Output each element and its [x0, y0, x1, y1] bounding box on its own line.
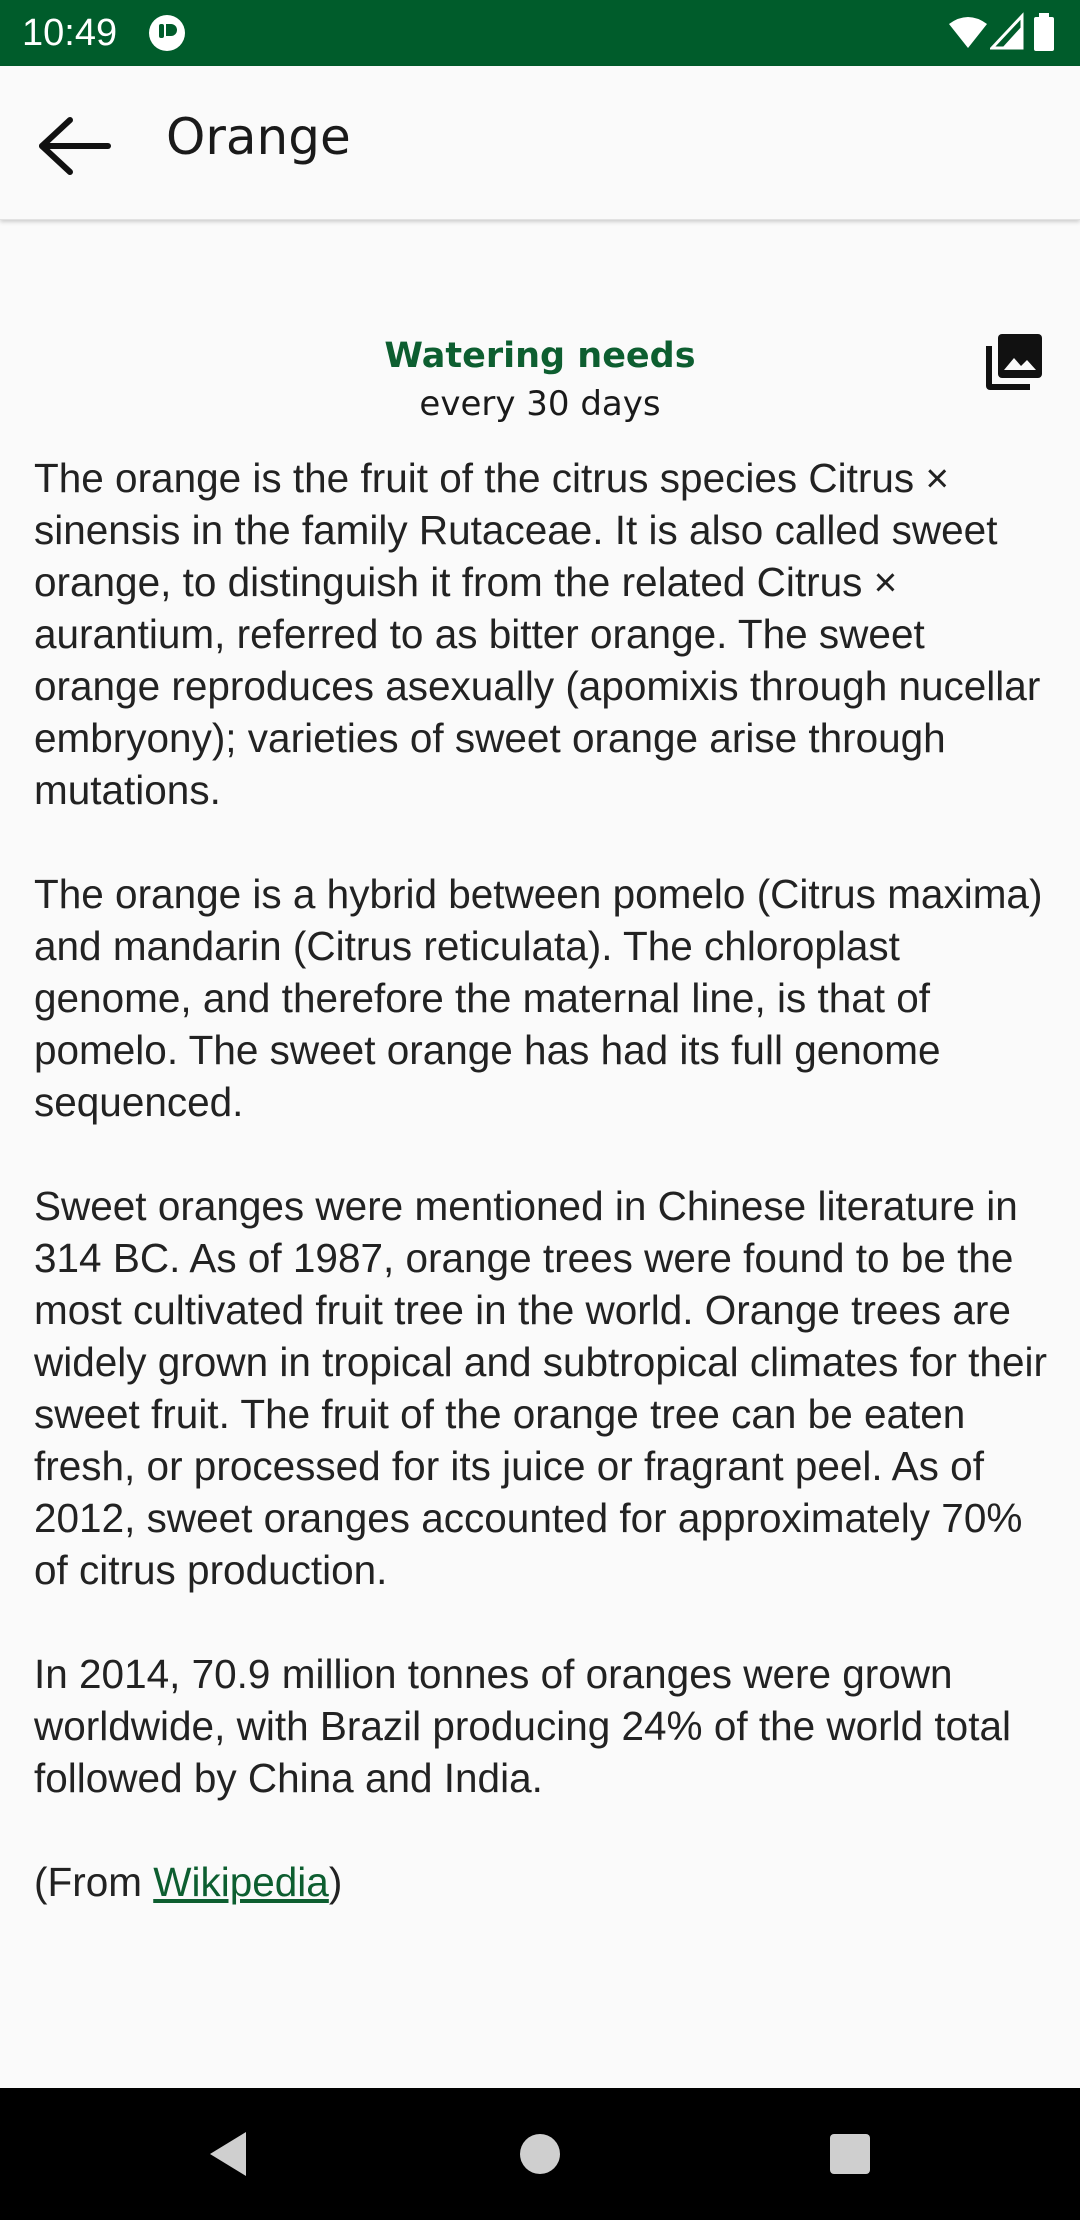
nav-home-button[interactable] — [510, 2124, 570, 2184]
system-nav-bar — [0, 2088, 1080, 2220]
watering-title: Watering needs — [384, 336, 696, 376]
watering-interval: every 30 days — [419, 384, 661, 424]
page-title: Orange — [166, 108, 351, 166]
nav-recents-button[interactable] — [820, 2124, 880, 2184]
watering-info: Watering needs every 30 days — [0, 332, 1080, 428]
source-prefix: (From — [34, 1859, 154, 1905]
back-button[interactable] — [30, 106, 120, 186]
nav-back-button[interactable] — [198, 2124, 258, 2184]
description-paragraph: In 2014, 70.9 million tonnes of oranges … — [34, 1651, 1011, 1801]
description-paragraph: Sweet oranges were mentioned in Chinese … — [34, 1183, 1047, 1593]
status-bar: 10:49 — [0, 0, 1080, 66]
arrow-back-icon — [39, 117, 111, 175]
status-time: 10:49 — [22, 12, 118, 54]
status-indicators — [948, 12, 1058, 52]
signal-icon — [990, 12, 1024, 50]
nav-recents-icon — [830, 2134, 870, 2174]
source-suffix: ) — [328, 1859, 343, 1905]
wikipedia-link[interactable]: Wikipedia — [153, 1859, 329, 1905]
battery-icon — [1034, 13, 1054, 51]
description-paragraph: The orange is a hybrid between pomelo (C… — [34, 871, 1043, 1125]
description-paragraph: The orange is the fruit of the citrus sp… — [34, 455, 1041, 813]
nav-back-icon — [210, 2132, 246, 2176]
gallery-button[interactable] — [984, 332, 1044, 392]
plant-details: Watering needs every 30 days The orange … — [0, 220, 1080, 2088]
notification-app-icon — [148, 14, 186, 52]
photo-library-icon — [986, 334, 1042, 390]
wifi-icon — [949, 17, 987, 48]
app-bar: Orange — [0, 66, 1080, 220]
nav-home-icon — [520, 2134, 560, 2174]
plant-description: The orange is the fruit of the citrus sp… — [34, 452, 1054, 1960]
source-attribution: (From Wikipedia) — [34, 1856, 1054, 1908]
